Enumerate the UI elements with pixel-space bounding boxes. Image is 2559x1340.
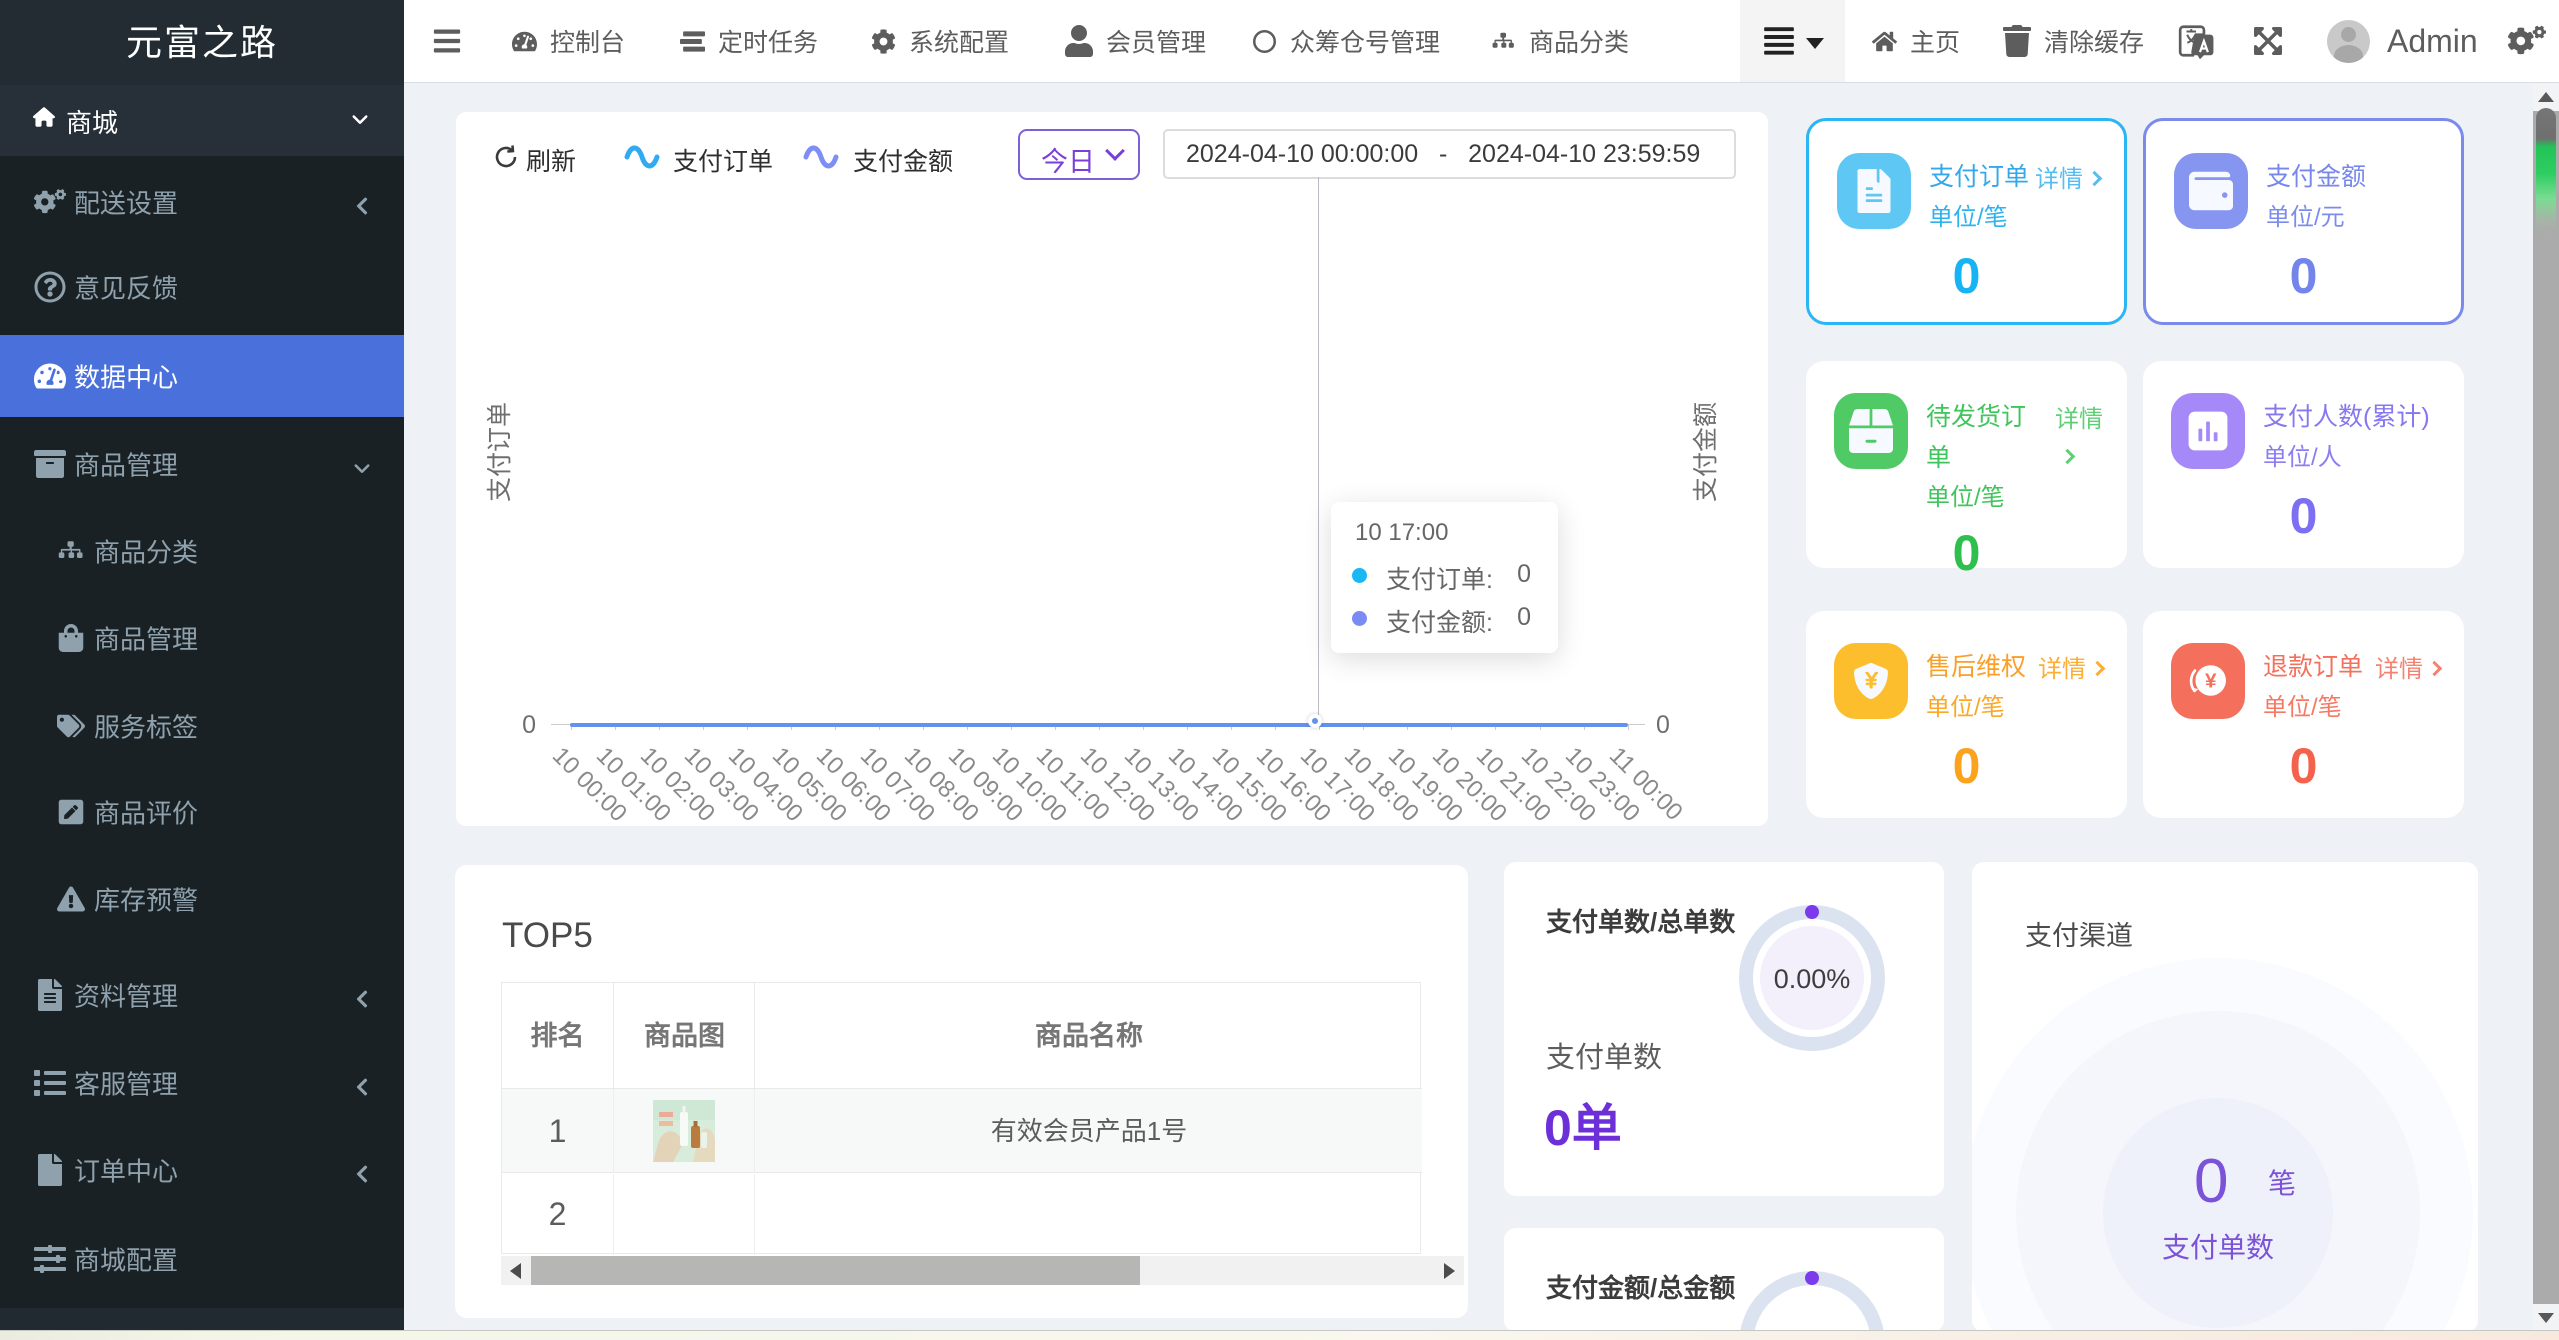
svg-text:¥: ¥: [2205, 670, 2217, 693]
